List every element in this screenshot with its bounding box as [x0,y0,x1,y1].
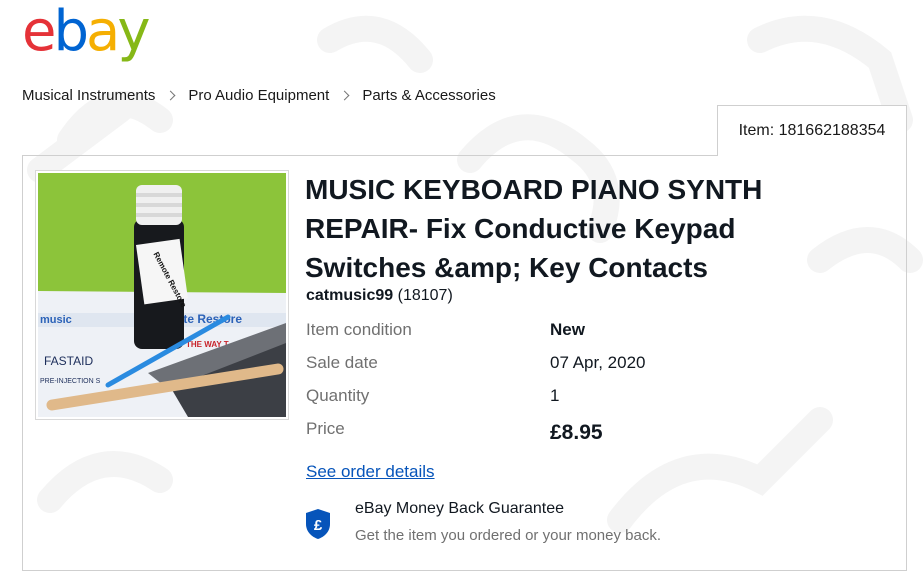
quantity-value: 1 [550,386,560,405]
condition-label: Item condition [306,320,412,339]
detail-row-sale-date: Sale date 07 Apr, 2020 [306,353,826,377]
item-title-line: REPAIR- Fix Conductive Keypad [305,213,736,244]
logo-letter-b: b [53,0,89,64]
item-title[interactable]: MUSIC KEYBOARD PIANO SYNTH REPAIR- Fix C… [305,170,865,287]
breadcrumb: Musical Instruments Pro Audio Equipment … [22,85,496,105]
item-number-tab: Item: 181662188354 [717,105,907,156]
sale-date-value: 07 Apr, 2020 [550,353,646,372]
item-title-line: Switches &amp; Key Contacts [305,252,708,283]
seller-feedback-score: (18107) [397,287,453,304]
money-back-guarantee: £ eBay Money Back Guarantee Get the item… [305,498,755,548]
item-image[interactable]: music Remote Restore THE WAY T FASTAID P… [35,170,289,420]
price-label: Price [306,419,345,438]
chevron-right-icon [339,90,350,100]
logo-letter-e: e [22,0,56,64]
price-value: £8.95 [550,421,603,444]
paper-text-pre-injection: PRE-INJECTION S [40,378,101,385]
paper-text-music: music [40,314,72,326]
pound-shield-icon: £ [306,509,330,539]
detail-row-quantity: Quantity 1 [306,386,826,410]
seller-name[interactable]: catmusic99 [306,287,393,304]
ebay-logo[interactable]: ebay [22,4,150,60]
guarantee-subtitle: Get the item you ordered or your money b… [355,527,661,544]
breadcrumb-item-musical-instruments[interactable]: Musical Instruments [22,87,155,104]
logo-letter-a: a [86,0,120,64]
condition-value: New [550,320,585,339]
breadcrumb-item-pro-audio[interactable]: Pro Audio Equipment [188,87,329,104]
detail-row-condition: Item condition New [306,320,826,344]
chevron-right-icon [165,90,176,100]
see-order-details-link[interactable]: See order details [306,462,435,482]
sale-date-label: Sale date [306,353,378,372]
detail-row-price: Price £8.95 [306,419,826,444]
paper-text-fastaid: FASTAID [44,354,93,368]
product-photo: music Remote Restore THE WAY T FASTAID P… [38,173,286,417]
item-title-line: MUSIC KEYBOARD PIANO SYNTH [305,174,763,205]
quantity-label: Quantity [306,386,370,405]
pound-glyph: £ [314,517,323,534]
seller-info: catmusic99 (18107) [306,287,453,305]
guarantee-title: eBay Money Back Guarantee [355,500,565,517]
breadcrumb-item-parts-accessories[interactable]: Parts & Accessories [362,87,495,104]
logo-letter-y: y [117,0,150,64]
